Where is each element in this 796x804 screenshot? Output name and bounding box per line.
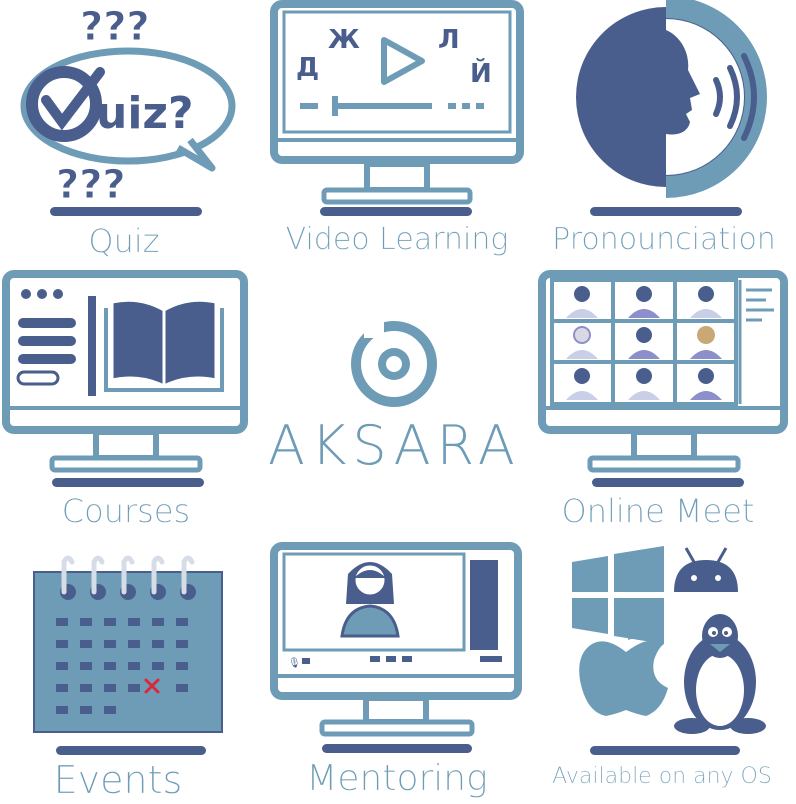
monitor-mentor-icon: 🎙 xyxy=(270,542,522,737)
os-logos-icon xyxy=(572,546,766,734)
monitor-book-icon xyxy=(2,270,248,473)
events-underline xyxy=(56,746,206,755)
courses-label: Courses xyxy=(61,492,191,530)
letter-4: Й xyxy=(470,57,492,89)
aksara-emblem-icon xyxy=(351,318,437,407)
video-underline xyxy=(320,207,472,216)
meet-label: Online Meet xyxy=(561,492,755,530)
windows-icon xyxy=(572,546,664,644)
letter-2: Ж xyxy=(328,25,360,55)
mentoring-tile[interactable]: 🎙 Mentoring xyxy=(262,540,532,804)
os-underline xyxy=(590,746,740,755)
speaking-head-icon xyxy=(576,0,767,198)
monitor-meeting-icon xyxy=(538,270,788,473)
linux-icon xyxy=(674,614,766,734)
aksara-logo: AKSARA xyxy=(268,318,520,478)
quiz-icon: ??? uiz? ??? xyxy=(20,4,236,209)
quiz-label: Quiz xyxy=(88,222,160,260)
android-icon xyxy=(674,547,738,592)
events-tile[interactable]: Events xyxy=(0,540,260,804)
events-label: Events xyxy=(53,758,183,802)
pronunciation-label: Pronounciation xyxy=(552,222,776,257)
online-meet-tile[interactable]: Online Meet xyxy=(536,268,796,533)
svg-text:???: ??? xyxy=(56,162,126,208)
mentoring-label: Mentoring xyxy=(306,758,488,799)
video-learning-tile[interactable]: Д Ж Л Й Video Learning xyxy=(262,0,532,265)
letter-3: Л xyxy=(438,25,460,55)
calendar-icon xyxy=(33,555,223,733)
courses-underline xyxy=(52,478,204,487)
mentoring-underline xyxy=(322,744,472,753)
os-label: Available on any OS xyxy=(552,764,772,789)
quiz-underline xyxy=(50,207,202,216)
letter-1: Д xyxy=(296,53,319,83)
svg-text:???: ??? xyxy=(80,4,150,50)
pronunciation-underline xyxy=(590,207,742,216)
video-label: Video Learning xyxy=(285,222,509,257)
svg-text:🎙: 🎙 xyxy=(288,657,301,669)
courses-tile[interactable]: Courses xyxy=(0,268,260,533)
os-tile[interactable]: Available on any OS xyxy=(536,540,796,804)
quiz-badge-text: uiz? xyxy=(96,88,194,139)
monitor-video-icon: Д Ж Л Й xyxy=(270,0,524,205)
quiz-tile[interactable]: ??? uiz? ??? Quiz xyxy=(0,0,260,265)
meet-underline xyxy=(592,478,744,487)
brand-name: AKSARA xyxy=(268,414,521,477)
pronunciation-tile[interactable]: Pronounciation xyxy=(540,0,796,265)
